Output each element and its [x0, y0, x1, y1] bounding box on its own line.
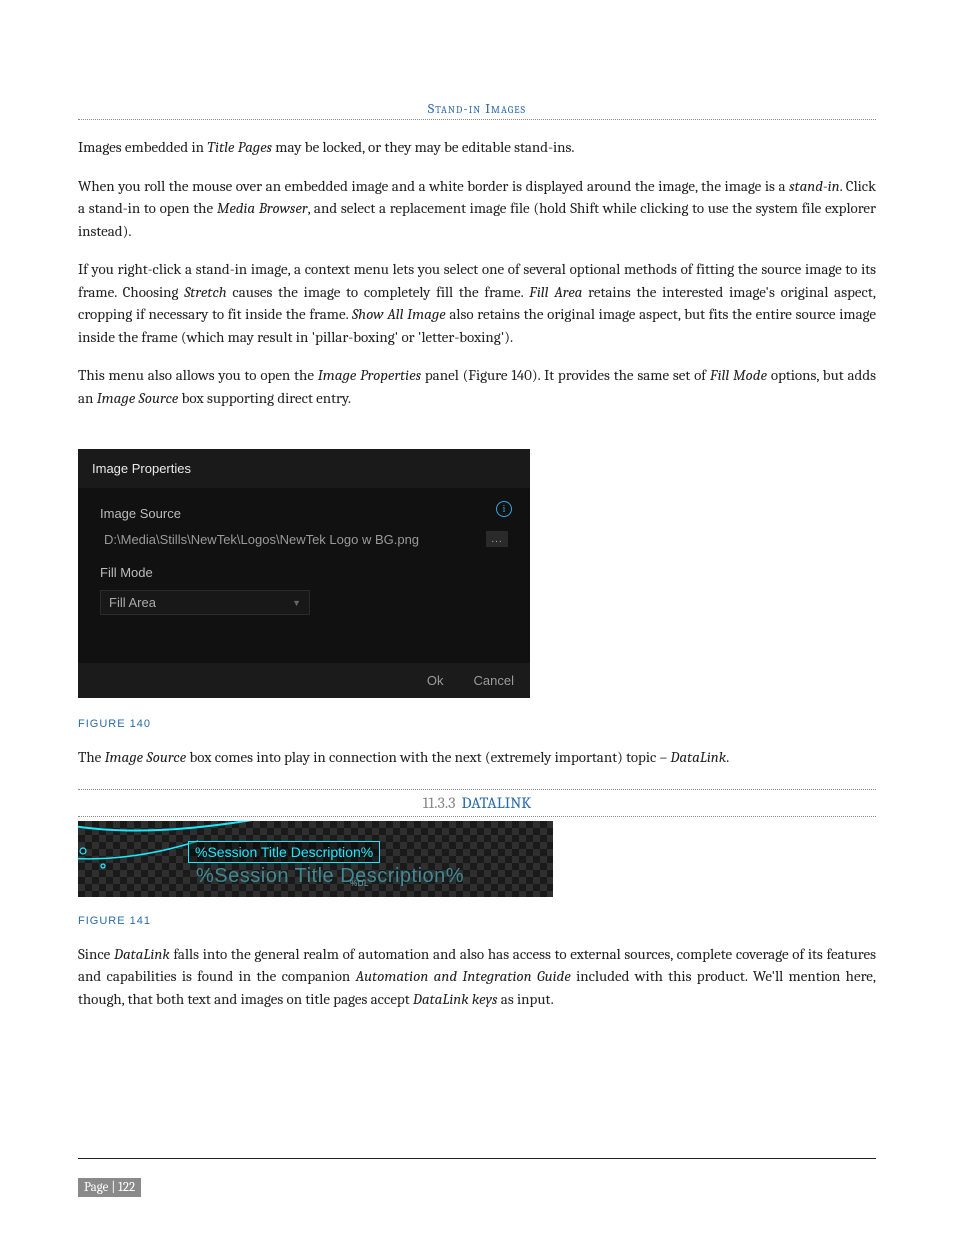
footer-rule — [78, 1158, 876, 1159]
text: box comes into play in connection with t… — [186, 748, 670, 766]
paragraph-2: When you roll the mouse over an embedded… — [78, 175, 876, 243]
dialog-body: i Image Source D:\Media\Stills\NewTek\Lo… — [78, 488, 530, 663]
text-italic: Automation and Integration Guide — [356, 967, 571, 985]
text-italic: Image Source — [105, 748, 187, 766]
paragraph-4: This menu also allows you to open the Im… — [78, 364, 876, 409]
paragraph-6: Since DataLink falls into the general re… — [78, 943, 876, 1011]
text-italic: Image Source — [97, 389, 179, 407]
paragraph-3: If you right-click a stand-in image, a c… — [78, 258, 876, 348]
dialog-footer: Ok Cancel — [78, 663, 530, 698]
text: panel (Figure 140). It provides the same… — [421, 366, 710, 384]
text: as input. — [497, 990, 553, 1008]
chevron-down-icon: ▼ — [292, 598, 301, 608]
section-header-datalink: 11.3.3 DATALINK — [78, 789, 876, 817]
info-icon[interactable]: i — [496, 501, 512, 517]
image-source-value: D:\Media\Stills\NewTek\Logos\NewTek Logo… — [100, 532, 462, 547]
section-title: DATALINK — [462, 794, 532, 812]
text-italic: DataLink keys — [413, 990, 498, 1008]
paragraph-5: The Image Source box comes into play in … — [78, 746, 876, 769]
figure-141-caption: FIGURE 141 — [78, 915, 876, 927]
text-italic: Image Properties — [318, 366, 421, 384]
section-number: 11.3.3 — [423, 794, 456, 812]
text: %Session Title Description% — [196, 865, 464, 887]
text-italic: Media Browser — [217, 199, 308, 217]
ok-button[interactable]: Ok — [427, 673, 444, 688]
text: The — [78, 748, 105, 766]
text-italic: DataLink — [114, 945, 170, 963]
text: Images embedded in — [78, 138, 207, 156]
datalink-key-shadow: %Session Title Description% %DL — [196, 865, 489, 888]
image-source-row: D:\Media\Stills\NewTek\Logos\NewTek Logo… — [100, 531, 508, 547]
text-italic: stand-in — [789, 177, 839, 195]
text: may be locked, or they may be editable s… — [272, 138, 575, 156]
cancel-button[interactable]: Cancel — [474, 673, 514, 688]
image-source-label: Image Source — [100, 506, 508, 521]
fill-mode-value: Fill Area — [109, 595, 156, 610]
text-italic: Fill Area — [529, 283, 582, 301]
text-italic: Show All Image — [352, 305, 446, 323]
dialog-title: Image Properties — [78, 449, 530, 488]
page-footer: Page | 122 — [78, 1178, 141, 1197]
text: When you roll the mouse over an embedded… — [78, 177, 789, 195]
fill-mode-select[interactable]: Fill Area ▼ — [100, 590, 310, 615]
figure-140-caption: FIGURE 140 — [78, 718, 876, 730]
text-italic: Title Pages — [207, 138, 272, 156]
text-italic: Fill Mode — [710, 366, 767, 384]
text: This menu also allows you to open the — [78, 366, 318, 384]
image-properties-dialog: Image Properties i Image Source D:\Media… — [78, 449, 530, 698]
paragraph-1: Images embedded in Title Pages may be lo… — [78, 136, 876, 159]
section-header-standin: Stand-in Images — [78, 100, 876, 120]
text-italic: Stretch — [184, 283, 226, 301]
text-italic: DataLink — [670, 748, 726, 766]
fill-mode-label: Fill Mode — [100, 565, 508, 580]
text: . — [726, 748, 729, 766]
text: box supporting direct entry. — [178, 389, 351, 407]
text: Since — [78, 945, 114, 963]
browse-button[interactable]: ... — [486, 531, 508, 547]
dl-tag: %DL — [350, 879, 369, 888]
figure-141-image: %Session Title Description% %Session Tit… — [78, 821, 553, 897]
text: causes the image to completely fill the … — [227, 283, 529, 301]
datalink-key-box: %Session Title Description% — [188, 841, 380, 863]
